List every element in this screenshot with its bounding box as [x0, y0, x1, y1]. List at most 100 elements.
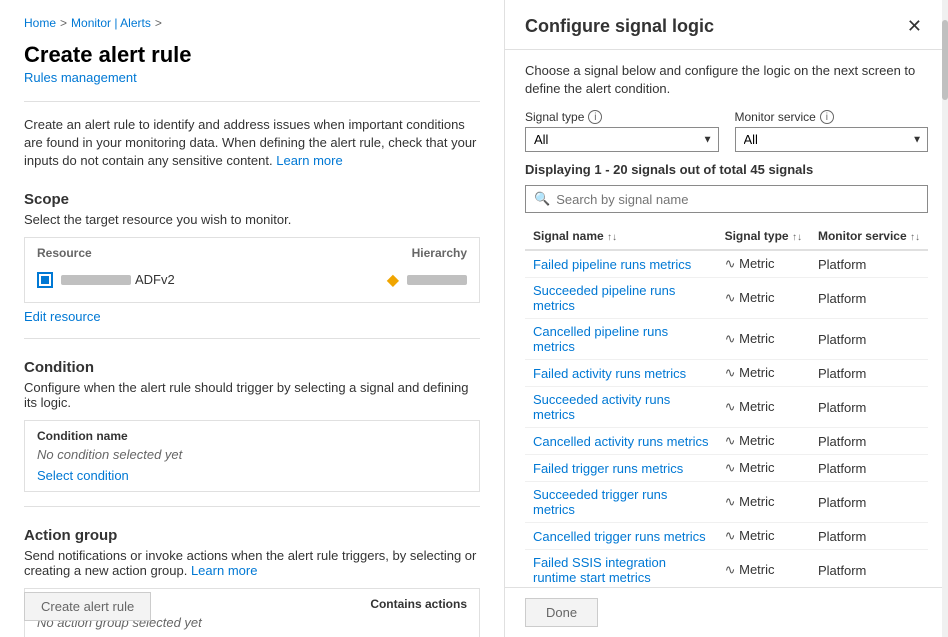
signal-name-link[interactable]: Succeeded pipeline runs metrics [533, 283, 675, 313]
monitor-service-cell: Platform [810, 482, 928, 523]
contains-actions-label: Contains actions [370, 597, 467, 611]
monitor-service-cell: Platform [810, 387, 928, 428]
signal-type-cell: ∿ Metric [717, 387, 810, 428]
scope-title: Scope [24, 191, 480, 208]
signal-type-select[interactable]: All [525, 127, 719, 152]
signal-name-cell: Failed activity runs metrics [525, 360, 717, 387]
signal-name-link[interactable]: Succeeded activity runs metrics [533, 392, 670, 422]
scope-desc: Select the target resource you wish to m… [24, 212, 480, 227]
scrollbar-right[interactable] [942, 0, 948, 637]
monitor-service-cell: Platform [810, 250, 928, 278]
condition-desc: Configure when the alert rule should tri… [24, 380, 480, 410]
resource-row: ADFv2 ◆ [37, 266, 467, 294]
breadcrumb-home[interactable]: Home [24, 16, 56, 30]
learn-more-action[interactable]: Learn more [191, 563, 257, 578]
create-alert-rule-button[interactable]: Create alert rule [24, 592, 151, 621]
signal-type-value: Metric [739, 290, 774, 305]
signal-type-cell: ∿ Metric [717, 455, 810, 482]
right-description: Choose a signal below and configure the … [525, 62, 928, 98]
done-button[interactable]: Done [525, 598, 598, 627]
signal-name-cell: Cancelled activity runs metrics [525, 428, 717, 455]
monitor-service-cell: Platform [810, 428, 928, 455]
action-group-desc: Send notifications or invoke actions whe… [24, 548, 480, 578]
metric-icon: ∿ [725, 331, 740, 346]
monitor-service-info-icon: i [820, 110, 834, 124]
resource-name-suffix: ADFv2 [135, 272, 175, 287]
hierarchy-col-header: Hierarchy [412, 246, 467, 260]
signal-name-link[interactable]: Cancelled pipeline runs metrics [533, 324, 668, 354]
signal-type-label: Signal type [525, 110, 584, 124]
table-row: Failed activity runs metrics ∿ Metric Plat… [525, 360, 928, 387]
table-row: Cancelled trigger runs metrics∿ MetricPl… [525, 523, 928, 550]
signal-name-cell: Failed pipeline runs metrics [525, 250, 717, 278]
monitor-service-cell: Platform [810, 278, 928, 319]
monitor-service-select[interactable]: All [735, 127, 929, 152]
signal-type-value: Metric [739, 528, 774, 543]
right-header: Configure signal logic ✕ [505, 0, 948, 50]
signal-name-cell: Succeeded trigger runs metrics [525, 482, 717, 523]
metric-icon: ∿ [725, 290, 740, 305]
col-signal-name[interactable]: Signal name ↑↓ [525, 223, 717, 250]
condition-title: Condition [24, 359, 480, 376]
monitor-service-cell: Platform [810, 523, 928, 550]
signal-type-cell: ∿ Metric [717, 428, 810, 455]
signal-type-value: Metric [739, 365, 774, 380]
signal-name-cell: Failed SSIS integration runtime start me… [525, 550, 717, 587]
signal-type-value: Metric [739, 256, 774, 271]
signal-name-link[interactable]: Failed SSIS integration runtime start me… [533, 555, 666, 585]
hierarchy-icon: ◆ [387, 270, 399, 290]
signal-name-link[interactable]: Cancelled activity runs metrics [533, 434, 709, 449]
signal-name-link[interactable]: Failed trigger runs metrics [533, 461, 683, 476]
edit-resource-link[interactable]: Edit resource [24, 309, 480, 324]
close-button[interactable]: ✕ [901, 14, 928, 39]
breadcrumb: Home > Monitor | Alerts > [24, 16, 480, 30]
signal-type-value: Metric [739, 399, 774, 414]
signal-type-cell: ∿ Metric [717, 278, 810, 319]
resource-icon [37, 272, 53, 288]
right-body: Choose a signal below and configure the … [505, 50, 948, 587]
table-row: Failed SSIS integration runtime start me… [525, 550, 928, 587]
signal-name-sort-icon: ↑↓ [607, 232, 617, 243]
action-group-title: Action group [24, 527, 480, 544]
metric-icon: ∿ [725, 433, 740, 448]
monitor-service-filter: Monitor service i All ▼ [735, 110, 929, 152]
signal-type-select-wrapper: All ▼ [525, 127, 719, 152]
rules-management-link[interactable]: Rules management [24, 70, 480, 85]
learn-more-link-main[interactable]: Learn more [276, 153, 342, 168]
search-input[interactable] [556, 192, 919, 207]
scrollbar-thumb [942, 20, 948, 100]
breadcrumb-sep2: > [155, 16, 162, 30]
resource-col-header: Resource [37, 246, 92, 260]
scope-box: Resource Hierarchy ADFv2 ◆ [24, 237, 480, 303]
signal-name-cell: Succeeded pipeline runs metrics [525, 278, 717, 319]
signals-table-container: Signal name ↑↓ Signal type ↑↓ Monitor se… [525, 223, 928, 587]
signal-type-filter: Signal type i All ▼ [525, 110, 719, 152]
main-description: Create an alert rule to identify and add… [24, 116, 480, 171]
signal-name-link[interactable]: Failed activity runs metrics [533, 366, 686, 381]
search-box[interactable]: 🔍 [525, 185, 928, 213]
page-title: Create alert rule [24, 42, 480, 68]
monitor-service-cell: Platform [810, 360, 928, 387]
right-footer: Done [505, 587, 948, 637]
signal-type-cell: ∿ Metric [717, 482, 810, 523]
resource-name-block: ADFv2 [61, 272, 379, 287]
metric-icon: ∿ [725, 365, 740, 380]
signal-type-value: Metric [739, 331, 774, 346]
signal-name-cell: Succeeded activity runs metrics [525, 387, 717, 428]
monitor-service-cell: Platform [810, 455, 928, 482]
signal-type-cell: ∿ Metric [717, 550, 810, 587]
signal-name-cell: Cancelled trigger runs metrics [525, 523, 717, 550]
col-signal-type[interactable]: Signal type ↑↓ [717, 223, 810, 250]
signal-type-value: Metric [739, 460, 774, 475]
breadcrumb-monitor[interactable]: Monitor | Alerts [71, 16, 151, 30]
signal-name-cell: Cancelled pipeline runs metrics [525, 319, 717, 360]
signal-name-link[interactable]: Succeeded trigger runs metrics [533, 487, 667, 517]
signal-name-link[interactable]: Failed pipeline runs metrics [533, 257, 691, 272]
signal-name-link[interactable]: Cancelled trigger runs metrics [533, 529, 706, 544]
signal-name-cell: Failed trigger runs metrics [525, 455, 717, 482]
select-condition-link[interactable]: Select condition [37, 468, 129, 483]
signal-type-cell: ∿ Metric [717, 250, 810, 278]
metric-icon: ∿ [725, 562, 740, 577]
signal-type-value: Metric [739, 562, 774, 577]
col-monitor-service[interactable]: Monitor service ↑↓ [810, 223, 928, 250]
